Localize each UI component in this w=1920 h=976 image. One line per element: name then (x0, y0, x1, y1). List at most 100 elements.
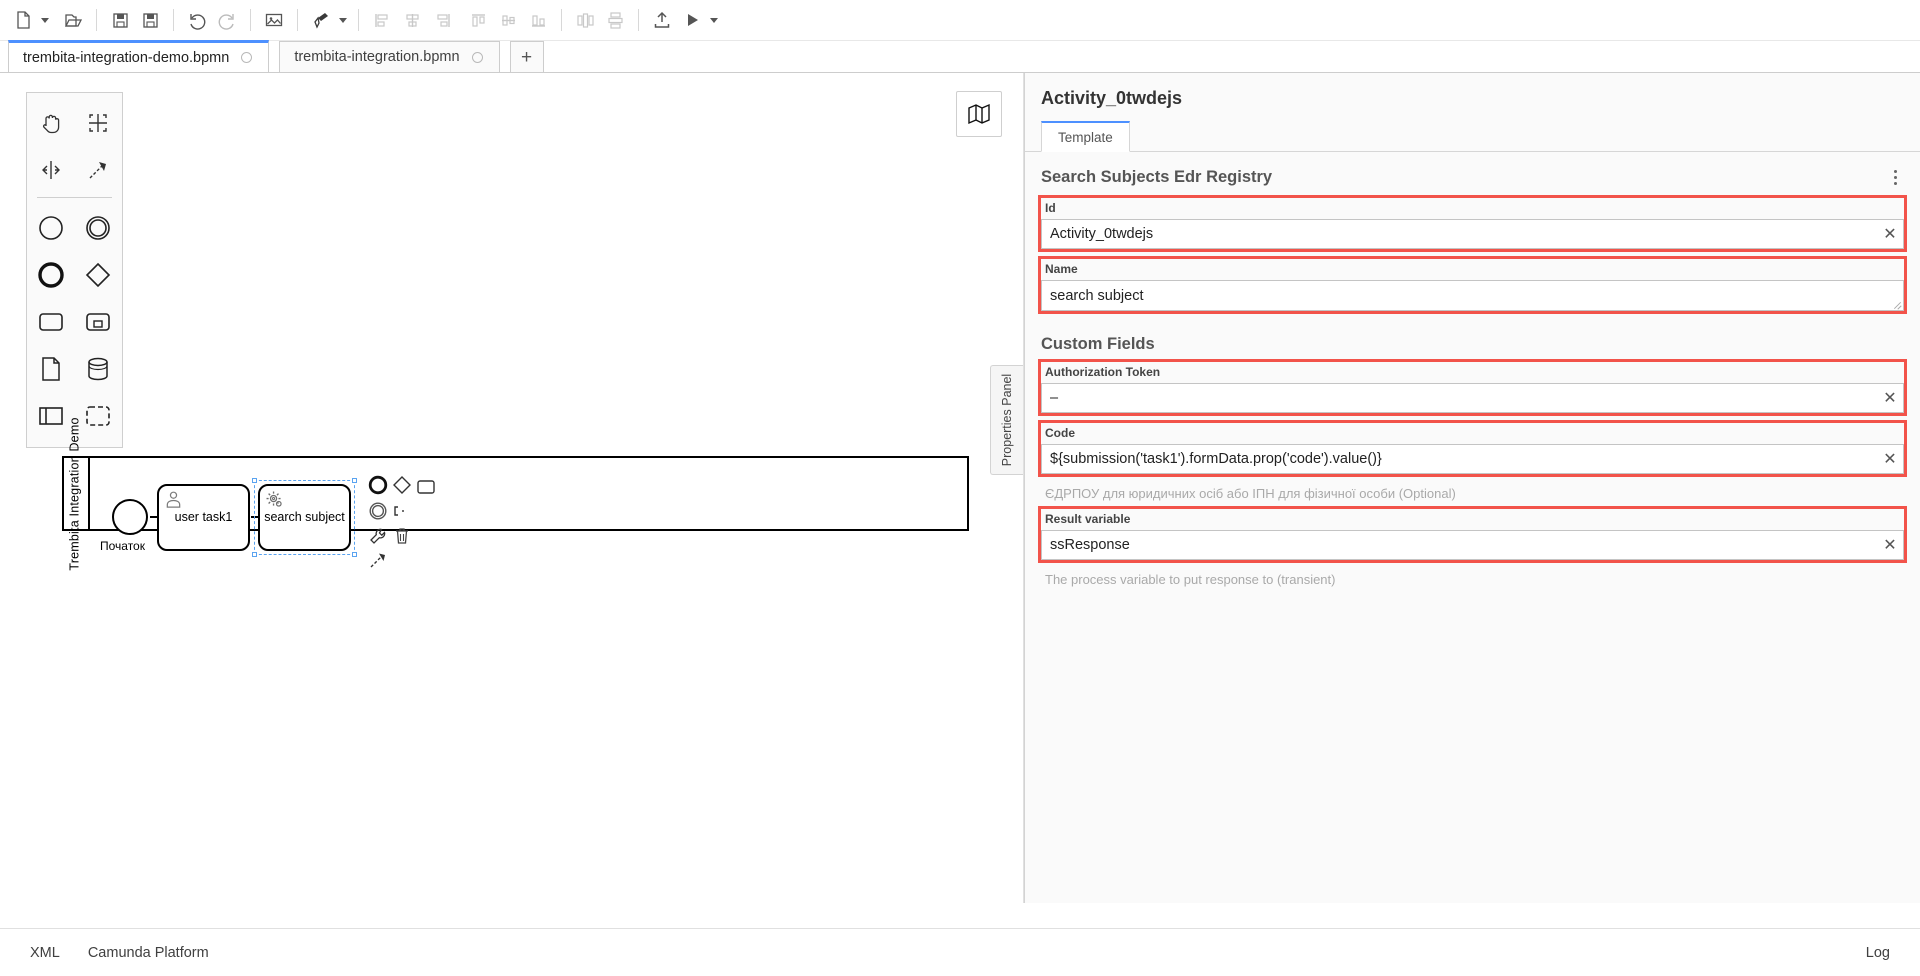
field-id-input-wrap[interactable]: Activity_0twdejs ✕ (1041, 219, 1904, 249)
code-clear-icon[interactable]: ✕ (1877, 445, 1903, 473)
name-resize-grip[interactable] (1893, 300, 1902, 309)
format-brush-caret-icon[interactable] (336, 5, 350, 35)
bpmn-task-search-subject[interactable]: search subject (258, 484, 351, 551)
code-input[interactable]: ${submission('task1').formData.prop('cod… (1042, 451, 1877, 467)
save-as-button[interactable] (135, 5, 165, 35)
toolbar-separator (561, 9, 562, 31)
task-label: user task1 (174, 510, 233, 524)
align-right-button[interactable] (427, 5, 457, 35)
export-image-button[interactable] (259, 5, 289, 35)
tab-trembita-integration[interactable]: trembita-integration.bpmn (279, 41, 500, 72)
properties-panel: Activity_0twdejs Template Search Subject… (1024, 73, 1920, 903)
align-middle-button[interactable] (493, 5, 523, 35)
minimap-toggle[interactable] (956, 91, 1002, 137)
context-change-type-wrench[interactable] (366, 524, 390, 548)
tab-label: trembita-integration-demo.bpmn (23, 49, 230, 66)
deploy-button[interactable] (647, 5, 677, 35)
toolbar-separator (250, 9, 251, 31)
align-center-button[interactable] (397, 5, 427, 35)
context-append-end-event[interactable] (366, 473, 390, 497)
context-append-task[interactable] (414, 475, 438, 499)
new-file-caret-icon[interactable] (38, 5, 52, 35)
pool-lane-header[interactable]: Trembita Integration Demo (62, 417, 90, 570)
user-task-icon (166, 491, 181, 508)
result-variable-clear-icon[interactable]: ✕ (1877, 531, 1903, 559)
palette-participant[interactable] (31, 396, 71, 436)
context-pad (362, 475, 435, 580)
context-append-intermediate-event[interactable] (366, 499, 390, 523)
toolbar-separator (358, 9, 359, 31)
palette-space-tool[interactable] (31, 150, 71, 190)
statusbar-log[interactable]: Log (1852, 945, 1904, 961)
palette-data-object[interactable] (31, 349, 71, 389)
context-append-text-annotation[interactable] (390, 499, 414, 523)
palette-intermediate-event[interactable] (78, 208, 118, 248)
open-file-button[interactable] (58, 5, 88, 35)
undo-button[interactable] (182, 5, 212, 35)
template-group-header: Search Subjects Edr Registry (1025, 152, 1920, 198)
map-icon (968, 103, 990, 125)
palette-start-event[interactable] (31, 208, 71, 248)
field-authorization-token-input-wrap[interactable]: – ✕ (1041, 383, 1904, 413)
toolbar-separator (297, 9, 298, 31)
new-tab-button[interactable]: + (509, 41, 544, 72)
context-delete-button[interactable] (390, 524, 414, 548)
properties-panel-toggle-label: Properties Panel (1000, 373, 1015, 467)
field-authorization-token: Authorization Token – ✕ (1038, 359, 1907, 416)
palette-hand-tool[interactable] (31, 103, 71, 143)
tab-dirty-indicator-icon[interactable] (471, 51, 483, 63)
bpmn-start-event[interactable] (112, 499, 148, 535)
tab-template[interactable]: Template (1041, 121, 1130, 152)
statusbar-xml[interactable]: XML (16, 945, 74, 961)
run-caret-icon[interactable] (707, 5, 721, 35)
custom-fields-title: Custom Fields (1041, 335, 1155, 353)
palette-gateway[interactable] (78, 255, 118, 295)
field-result-variable-label: Result variable (1045, 512, 1131, 526)
field-id: Id Activity_0twdejs ✕ (1038, 195, 1907, 252)
palette-data-store[interactable] (78, 349, 118, 389)
tab-trembita-integration-demo[interactable]: trembita-integration-demo.bpmn (8, 40, 270, 72)
palette-end-event[interactable] (31, 255, 71, 295)
palette-lasso-tool[interactable] (78, 103, 118, 143)
properties-panel-tabs: Template (1025, 121, 1920, 152)
bpmn-palette (26, 92, 123, 448)
field-name-label: Name (1045, 262, 1078, 276)
name-input[interactable]: search subject (1042, 288, 1903, 304)
toolbar-separator (173, 9, 174, 31)
authorization-token-clear-icon[interactable]: ✕ (1877, 384, 1903, 412)
palette-subprocess-expanded[interactable] (78, 302, 118, 342)
bpmn-pool[interactable]: Trembita Integration Demo Початок user t… (62, 417, 969, 570)
context-append-gateway[interactable] (390, 473, 414, 497)
palette-task[interactable] (31, 302, 71, 342)
id-input[interactable]: Activity_0twdejs (1042, 226, 1877, 242)
field-code-label: Code (1045, 426, 1075, 440)
field-result-variable-description: The process variable to put response to … (1045, 572, 1336, 587)
id-clear-icon[interactable]: ✕ (1877, 220, 1903, 248)
properties-panel-toggle[interactable]: Properties Panel (990, 365, 1023, 475)
diagram-canvas[interactable]: Trembita Integration Demo Початок user t… (0, 73, 1024, 903)
statusbar-camunda-platform[interactable]: Camunda Platform (74, 945, 223, 961)
toolbar-separator (638, 9, 639, 31)
format-brush-button[interactable] (306, 5, 336, 35)
field-code-input-wrap[interactable]: ${submission('task1').formData.prop('cod… (1041, 444, 1904, 474)
bpmn-task-user-task1[interactable]: user task1 (157, 484, 250, 551)
align-top-button[interactable] (463, 5, 493, 35)
new-file-button[interactable] (8, 5, 38, 35)
align-bottom-button[interactable] (523, 5, 553, 35)
field-result-variable-input-wrap[interactable]: ssResponse ✕ (1041, 530, 1904, 560)
run-button[interactable] (677, 5, 707, 35)
kebab-menu-icon[interactable] (1886, 166, 1904, 188)
palette-group[interactable] (78, 396, 118, 436)
save-button[interactable] (105, 5, 135, 35)
tab-dirty-indicator-icon[interactable] (241, 52, 253, 63)
redo-button[interactable] (212, 5, 242, 35)
result-variable-input[interactable]: ssResponse (1042, 537, 1877, 553)
distribute-vertical-button[interactable] (600, 5, 630, 35)
distribute-horizontal-button[interactable] (570, 5, 600, 35)
field-name-input-wrap[interactable]: search subject (1041, 280, 1904, 311)
field-id-label: Id (1045, 201, 1056, 215)
context-connect-tool[interactable] (366, 548, 390, 572)
palette-connect-tool[interactable] (78, 150, 118, 190)
align-left-button[interactable] (367, 5, 397, 35)
authorization-token-input[interactable]: – (1042, 390, 1877, 406)
